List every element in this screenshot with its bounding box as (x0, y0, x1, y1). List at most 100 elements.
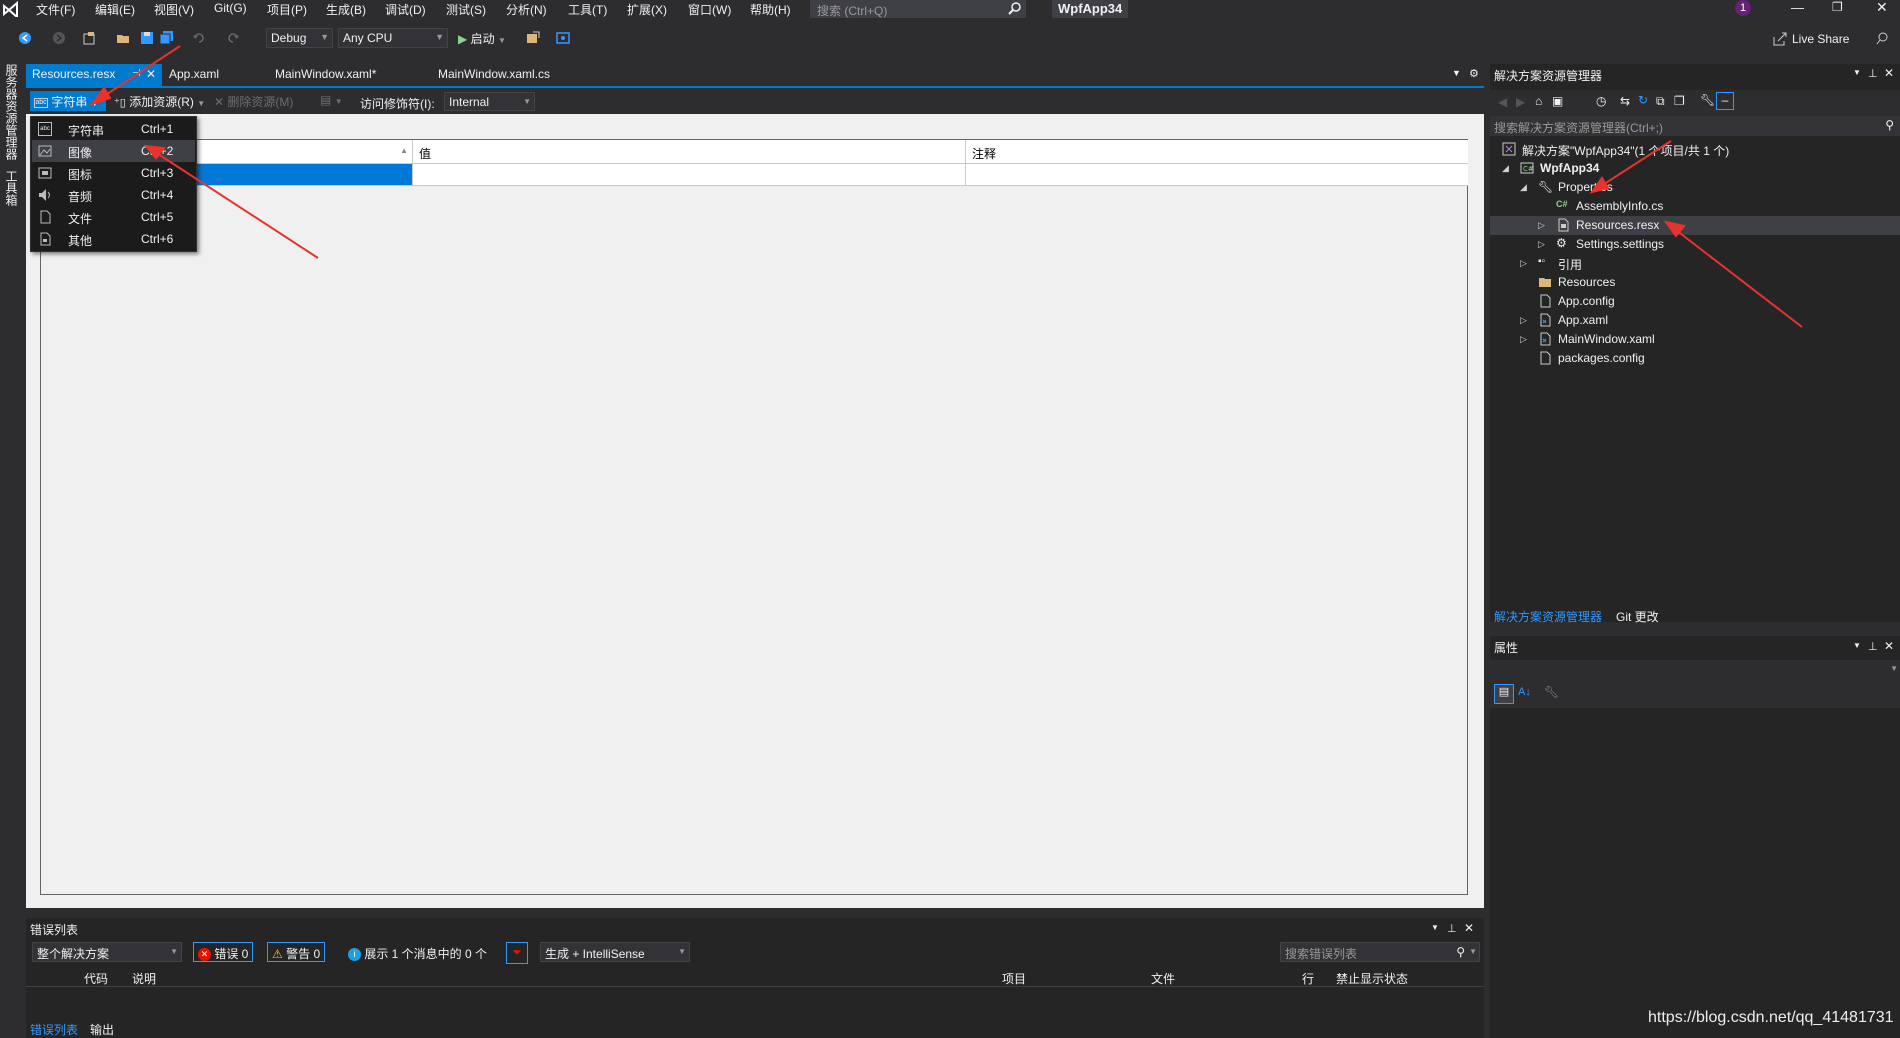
new-row-comment-cell[interactable] (966, 164, 1468, 186)
tree-resources-folder[interactable]: Resources (1490, 273, 1900, 292)
visual-studio-logo-icon[interactable] (2, 1, 20, 17)
collapsed-arrow-icon[interactable]: ▷ (1520, 334, 1527, 345)
save-all-icon[interactable] (160, 31, 174, 45)
menu-debug[interactable]: 调试(D) (385, 1, 426, 18)
dropdown-item-images[interactable]: 图像 Ctrl+2 (32, 140, 195, 162)
browser-link-icon[interactable] (526, 31, 540, 45)
undo-icon[interactable] (192, 31, 206, 45)
properties-object-select[interactable]: ▼ (1490, 660, 1900, 682)
restore-button[interactable]: ❐ (1832, 0, 1843, 14)
window-position-icon[interactable]: ▼ (1431, 923, 1439, 932)
column-project[interactable]: 项目 (1002, 970, 1026, 987)
close-icon[interactable]: ✕ (146, 67, 156, 81)
remove-resource-button[interactable]: ✕ 删除资源(M) (210, 91, 297, 111)
tree-packages-config[interactable]: packages.config (1490, 349, 1900, 368)
property-pages-icon[interactable]: 🔧︎ (1544, 685, 1559, 699)
collapsed-arrow-icon[interactable]: ▷ (1538, 220, 1545, 231)
expanded-arrow-icon[interactable]: ◢ (1520, 182, 1527, 193)
menu-analyze[interactable]: 分析(N) (506, 1, 547, 18)
pin-icon[interactable]: ⊣ (132, 68, 141, 79)
tab-error-list[interactable]: 错误列表 (30, 1021, 78, 1038)
dropdown-item-other[interactable]: 其他 Ctrl+6 (32, 228, 195, 250)
server-explorer-tab[interactable]: 服务器资源管理器 (3, 64, 20, 160)
home-icon[interactable]: ⌂ (1535, 94, 1542, 108)
column-line[interactable]: 行 (1302, 970, 1314, 987)
wrench-icon[interactable]: 🔧︎ (1700, 93, 1715, 107)
sync-icon[interactable]: ⇆ (1620, 94, 1630, 108)
warnings-filter-button[interactable]: ⚠ 警告 0 (267, 942, 326, 962)
tab-solution-explorer[interactable]: 解决方案资源管理器 (1494, 608, 1602, 625)
tab-git-changes[interactable]: Git 更改 (1616, 608, 1659, 625)
dropdown-item-strings[interactable]: abc 字符串 Ctrl+1 (32, 118, 195, 140)
save-icon[interactable] (140, 31, 154, 45)
tree-app-xaml[interactable]: ▷ App.xaml (1490, 311, 1900, 330)
switch-views-icon[interactable]: ▣ (1552, 94, 1563, 108)
menu-tools[interactable]: 工具(T) (568, 1, 607, 18)
tree-references[interactable]: ▷ ▪▫ 引用 (1490, 254, 1900, 273)
show-all-files-icon[interactable]: ❐ (1674, 94, 1685, 108)
close-panel-icon[interactable]: ✕ (1884, 639, 1894, 653)
menu-edit[interactable]: 编辑(E) (95, 1, 135, 18)
start-button[interactable]: ▶ 启动 ▼ (458, 30, 506, 47)
solution-explorer-search[interactable]: 搜索解决方案资源管理器(Ctrl+;) ⚲ (1490, 116, 1900, 136)
new-row-value-cell[interactable] (413, 164, 966, 186)
tab-resources-resx[interactable]: Resources.resx ⊣ ✕ (26, 64, 162, 86)
collapsed-arrow-icon[interactable]: ▷ (1520, 315, 1527, 326)
tree-assemblyinfo[interactable]: C# AssemblyInfo.cs (1490, 197, 1900, 216)
build-filter-select[interactable]: 生成 + IntelliSense ▼ (540, 942, 690, 962)
alphabetical-icon[interactable]: A↓ (1518, 686, 1531, 698)
dropdown-item-audio[interactable]: 音频 Ctrl+4 (32, 184, 195, 206)
tab-mainwindow-xaml[interactable]: MainWindow.xaml* (269, 64, 382, 86)
tree-app-config[interactable]: App.config (1490, 292, 1900, 311)
column-comment-header[interactable]: 注释 (966, 140, 1468, 164)
toolbox-tab[interactable]: 工具箱 (3, 170, 20, 206)
pin-icon[interactable]: ⊥ (1868, 67, 1878, 80)
search-input[interactable]: 搜索 (Ctrl+Q) (810, 0, 1026, 18)
menu-file[interactable]: 文件(F) (36, 1, 75, 18)
menu-build[interactable]: 生成(B) (326, 1, 366, 18)
tree-solution[interactable]: 解决方案"WpfApp34"(1 个项目/共 1 个) (1490, 140, 1900, 159)
close-window-button[interactable]: ✕ (1876, 0, 1888, 16)
collapsed-arrow-icon[interactable]: ▷ (1520, 258, 1527, 269)
new-project-icon[interactable] (82, 31, 96, 45)
window-position-icon[interactable]: ▼ (1853, 68, 1861, 77)
close-panel-icon[interactable]: ✕ (1464, 921, 1474, 935)
error-search-input[interactable]: 搜索错误列表 ⚲ ▼ (1280, 942, 1480, 962)
screenshot-icon[interactable] (556, 31, 570, 45)
open-file-icon[interactable] (116, 31, 130, 45)
collapse-all-icon[interactable]: ⧉ (1656, 94, 1665, 109)
column-value-header[interactable]: 值 (413, 140, 966, 164)
add-resource-button[interactable]: ⁺▯ 添加资源(R) ▼ (110, 91, 209, 111)
menu-extensions[interactable]: 扩展(X) (627, 1, 667, 18)
views-button[interactable]: ▤ ▼ (316, 91, 347, 111)
menu-git[interactable]: Git(G) (214, 1, 247, 15)
pending-changes-filter-icon[interactable]: ◷ (1596, 94, 1606, 108)
tree-settings[interactable]: ▷ ⚙ Settings.settings (1490, 235, 1900, 254)
preview-selected-icon[interactable]: – (1716, 92, 1734, 110)
dropdown-item-files[interactable]: 文件 Ctrl+5 (32, 206, 195, 228)
menu-test[interactable]: 测试(S) (446, 1, 486, 18)
share-icon[interactable] (1773, 32, 1787, 46)
dropdown-item-icons[interactable]: 图标 Ctrl+3 (32, 162, 195, 184)
tree-properties[interactable]: ◢ 🔧︎ Properties (1490, 178, 1900, 197)
column-file[interactable]: 文件 (1151, 970, 1175, 987)
messages-filter-button[interactable]: i 展示 1 个消息中的 0 个 (343, 942, 492, 962)
forward-icon[interactable]: ▶ (1516, 95, 1525, 109)
pin-icon[interactable]: ⊥ (1447, 922, 1457, 935)
forward-icon[interactable] (52, 31, 66, 45)
strings-category-button[interactable]: abc 字符串 ▼ (30, 91, 106, 111)
configuration-select[interactable]: Debug ▼ (266, 28, 333, 48)
menu-view[interactable]: 视图(V) (154, 1, 194, 18)
column-description[interactable]: 说明 (132, 970, 156, 987)
tab-mainwindow-xaml-cs[interactable]: MainWindow.xaml.cs (432, 64, 556, 86)
minimize-button[interactable]: — (1791, 0, 1804, 15)
back-icon[interactable] (18, 31, 32, 45)
tab-output[interactable]: 输出 (90, 1021, 114, 1038)
notification-badge[interactable]: 1 (1735, 0, 1751, 16)
window-position-icon[interactable]: ▼ (1853, 641, 1861, 650)
tab-overflow-icon[interactable]: ▼ (1452, 68, 1461, 78)
expanded-arrow-icon[interactable]: ◢ (1502, 163, 1509, 174)
column-suppression-state[interactable]: 禁止显示状态 (1336, 970, 1408, 987)
error-scope-select[interactable]: 整个解决方案 ▼ (32, 942, 182, 962)
pin-icon[interactable]: ⊥ (1868, 640, 1878, 653)
